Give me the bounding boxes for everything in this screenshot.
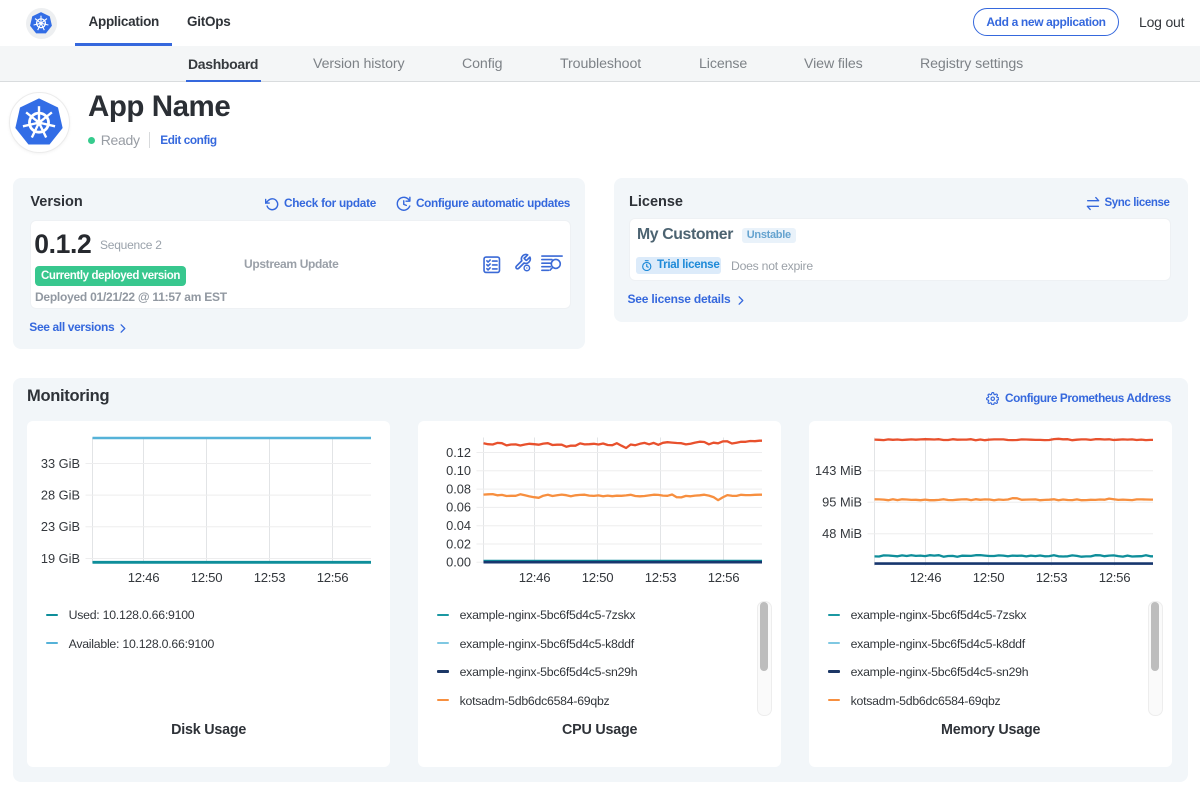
svg-text:12:56: 12:56 (708, 569, 740, 584)
svg-text:12:46: 12:46 (128, 569, 160, 584)
svg-text:95 MiB: 95 MiB (822, 494, 862, 509)
svg-text:19 GiB: 19 GiB (41, 550, 80, 565)
svg-text:0.00: 0.00 (446, 554, 471, 569)
svg-text:23 GiB: 23 GiB (41, 519, 80, 534)
svg-text:12:53: 12:53 (254, 569, 286, 584)
svg-text:12:56: 12:56 (1099, 569, 1131, 584)
svg-text:12:53: 12:53 (645, 569, 677, 584)
svg-text:12:53: 12:53 (1036, 569, 1068, 584)
svg-text:12:56: 12:56 (317, 569, 349, 584)
svg-text:143 MiB: 143 MiB (815, 463, 862, 478)
svg-text:48 MiB: 48 MiB (822, 526, 862, 541)
svg-text:12:46: 12:46 (519, 569, 551, 584)
svg-text:12:50: 12:50 (191, 569, 223, 584)
svg-text:12:46: 12:46 (910, 569, 942, 584)
svg-text:0.12: 0.12 (446, 444, 471, 459)
svg-text:0.02: 0.02 (446, 536, 471, 551)
svg-text:0.06: 0.06 (446, 499, 471, 514)
svg-text:28 GiB: 28 GiB (41, 487, 80, 502)
svg-text:12:50: 12:50 (582, 569, 614, 584)
svg-text:12:50: 12:50 (973, 569, 1005, 584)
svg-text:0.04: 0.04 (446, 518, 471, 533)
svg-text:33 GiB: 33 GiB (41, 455, 80, 470)
svg-text:0.08: 0.08 (446, 481, 471, 496)
svg-text:0.10: 0.10 (446, 463, 471, 478)
